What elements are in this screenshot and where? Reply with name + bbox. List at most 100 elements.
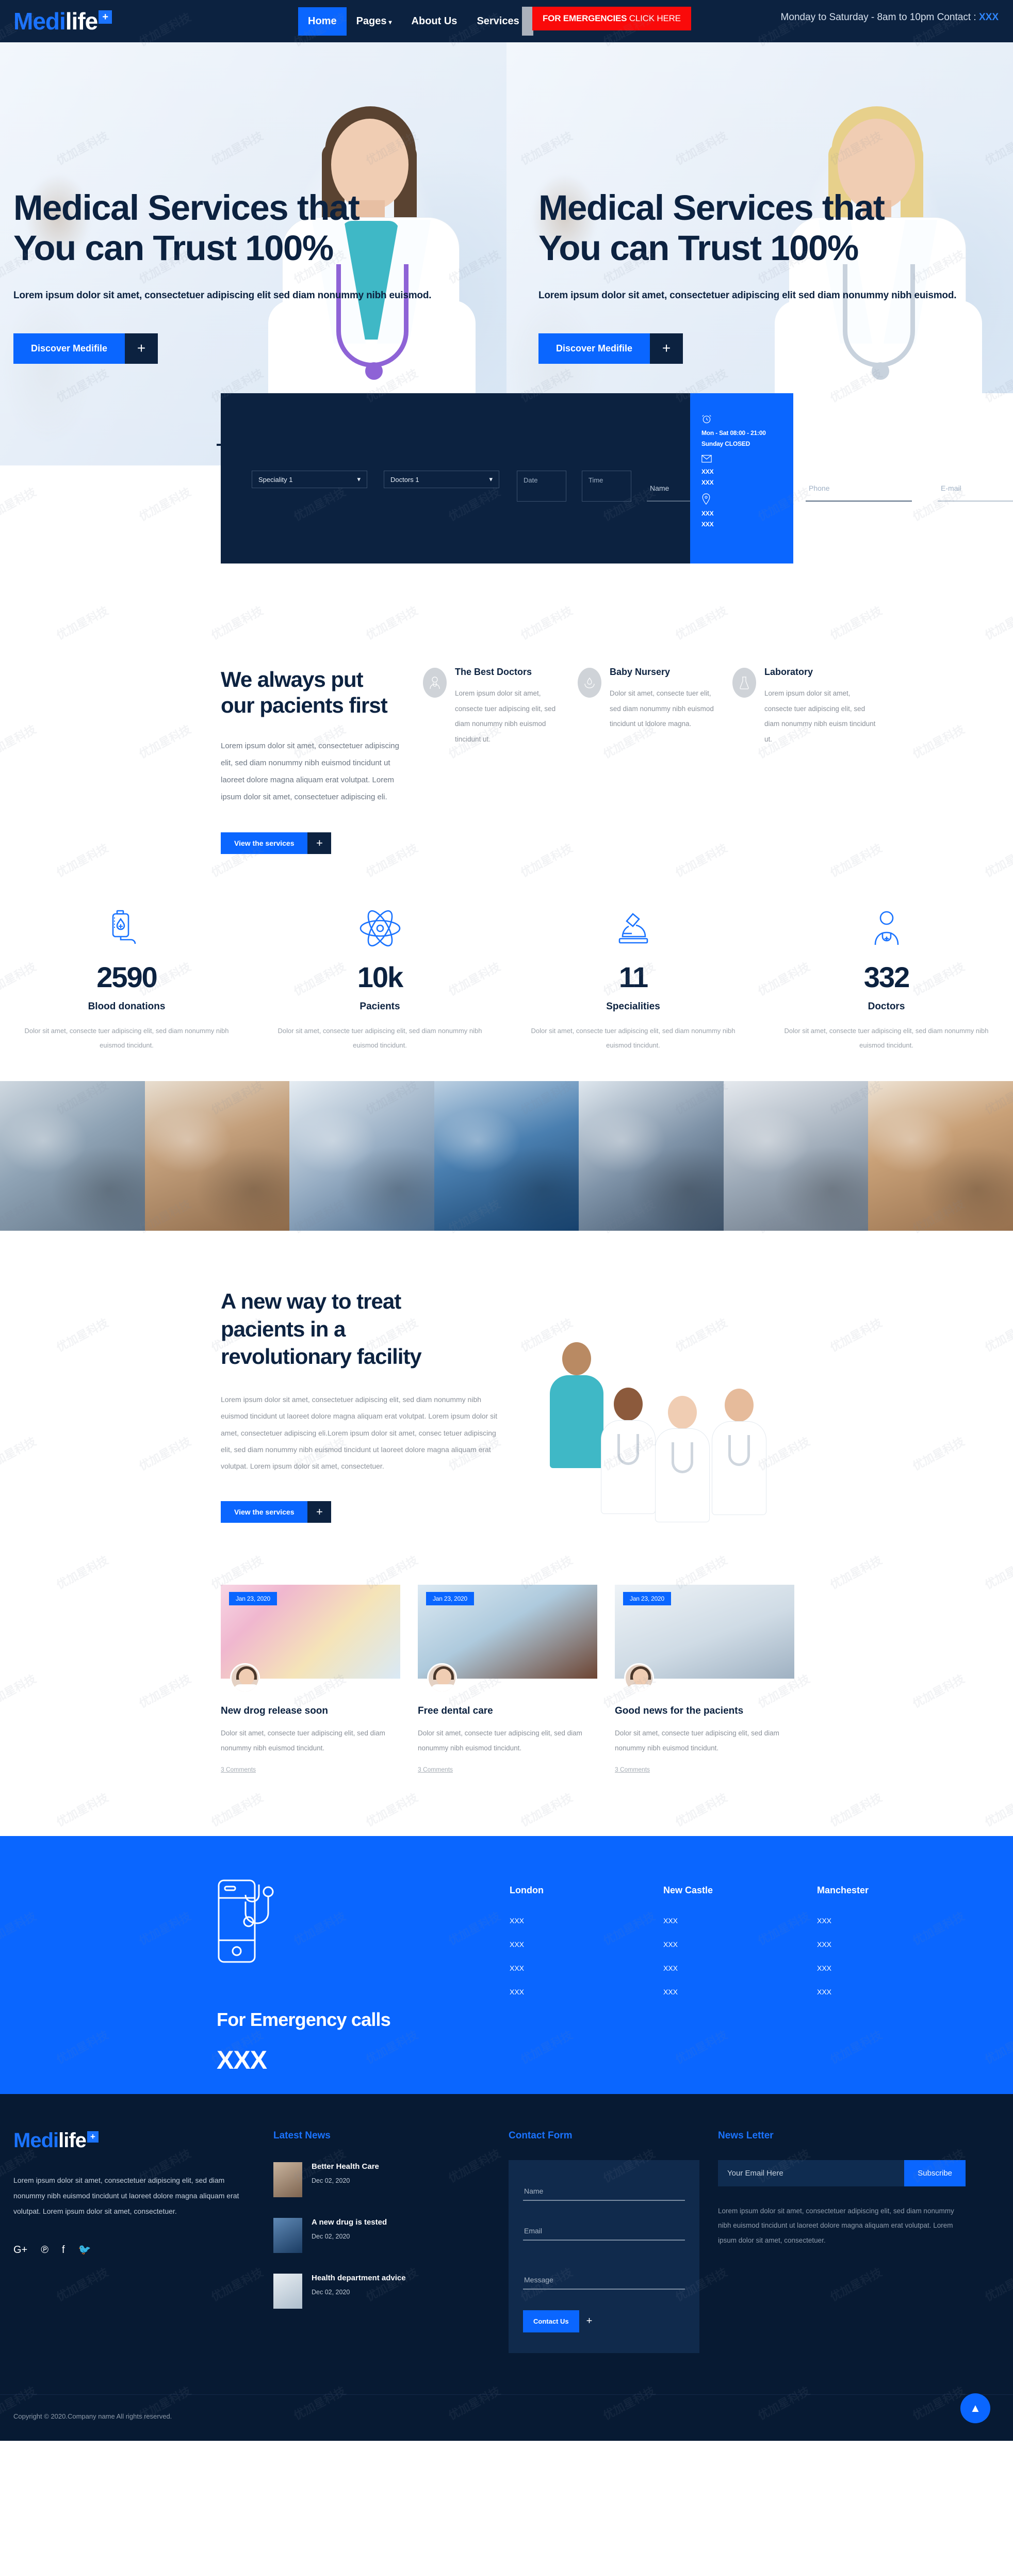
footer-news-item[interactable]: Better Health Care Dec 02, 2020 [273,2162,490,2197]
newsletter-subscribe-button[interactable]: Subscribe [904,2160,966,2186]
contact-message-textarea[interactable]: Message [523,2258,685,2290]
city-number[interactable]: XXX [817,1964,971,1972]
city-number[interactable]: XXX [971,1940,1013,1949]
footer-contact-form: Contact Form Name Email Message Contact … [509,2130,699,2353]
city-number[interactable]: XXX [817,1940,971,1949]
city-number[interactable]: XXX [510,1988,663,1996]
stat-description: Dolor sit amet, consecte tuer adipiscing… [277,1026,482,1050]
stat-specialities: 11 Specialities Dolor sit amet, consecte… [506,900,760,1053]
contact-email-1[interactable]: XXX [701,468,782,475]
news-card-date: Jan 23, 2020 [229,1592,277,1606]
contact-email-2[interactable]: XXX [701,479,782,486]
emergency-cta-button[interactable]: FOR EMERGENCIES CLICK HERE [532,7,691,30]
city-number[interactable]: XXX [663,1940,817,1949]
service-card-laboratory[interactable]: Laboratory Lorem ipsum dolor sit amet, c… [721,667,876,747]
chevron-down-icon: ▾ [357,475,361,483]
news-card[interactable]: Jan 23, 2020 Free dental care Dolor sit … [418,1585,597,1774]
city-number[interactable]: XXX [663,1988,817,1996]
appointment-phone-input[interactable]: Phone [806,471,912,502]
newsletter-email-input[interactable]: Your Email Here [718,2160,905,2186]
hero-cta-button-1[interactable]: Discover Medifile + [13,333,158,364]
city-number[interactable]: XXX [971,1917,1013,1925]
city-number[interactable]: XXX [663,1964,817,1972]
time-input[interactable]: Time [582,471,631,502]
emergency-calls-section: For Emergency calls XXX London XXX XXX X… [0,1836,1013,2094]
news-card-text: Dolor sit amet, consecte tuer adipiscing… [221,1729,385,1752]
nav-item-pages[interactable]: Pages ▾ [347,7,402,36]
news-card[interactable]: Jan 23, 2020 Good news for the pacients … [615,1585,794,1774]
footer-newsletter-title: News Letter [718,2130,774,2141]
service-card-doctors[interactable]: The Best Doctors Lorem ipsum dolor sit a… [412,667,566,747]
doctors-select[interactable]: Doctors 1 ▾ [384,471,499,488]
city-number[interactable]: XXX [510,1917,663,1925]
doctors-select-value: Doctors 1 [390,475,419,484]
appointment-info-panel: Mon - Sat 08:00 - 21:00 Sunday CLOSED XX… [690,393,793,564]
hero-cta-button-2[interactable]: Discover Medifile + [538,333,683,364]
google-plus-icon[interactable]: G+ [13,2245,27,2255]
service-card-baby-nursery[interactable]: Baby Nursery Dolor sit amet, consecte tu… [566,667,721,732]
news-card-comments-link[interactable]: 3 Comments [615,1766,650,1773]
logo-plus-icon: + [99,10,112,24]
speciality-select[interactable]: Speciality 1 ▾ [252,471,367,488]
contact-name-input[interactable]: Name [523,2179,685,2201]
contact-email-input[interactable]: Email [523,2218,685,2241]
city-number[interactable]: XXX [663,1917,817,1925]
page-root: Medilife + Home Pages ▾ About Us Services… [0,0,1013,2441]
footer-news-thumbnail [273,2162,302,2197]
hero-content-1: Medical Services that You can Trust 100% … [13,188,457,364]
appointment-email-input[interactable]: E-mail [938,471,1013,502]
logo[interactable]: Medilife + [0,9,112,33]
facebook-icon[interactable]: f [62,2245,65,2255]
footer-news-date: Dec 02, 2020 [312,2288,350,2296]
city-number[interactable]: XXX [817,1917,971,1925]
footer-news-thumbnail [273,2273,302,2309]
hero-subtitle-2: Lorem ipsum dolor sit amet, consectetuer… [538,289,957,301]
services-cta-button[interactable]: View the services + [221,832,332,854]
stat-label: Pacients [360,1001,400,1012]
news-card-date: Jan 23, 2020 [623,1592,671,1606]
plus-icon: + [125,333,158,364]
author-avatar [624,1663,654,1694]
photo-gallery-strip [0,1081,1013,1231]
city-number[interactable]: XXX [971,1964,1013,1972]
footer-news-date: Dec 02, 2020 [312,2177,350,2184]
stat-label: Doctors [868,1001,905,1012]
date-input[interactable]: Date [517,471,566,502]
revolutionary-body: Lorem ipsum dolor sit amet, consectetuer… [221,1395,498,1470]
service-title: Laboratory [764,667,813,677]
nav-item-home[interactable]: Home [298,7,347,36]
news-card-comments-link[interactable]: 3 Comments [418,1766,453,1773]
city-number[interactable]: XXX [510,1940,663,1949]
header-phone[interactable]: XXX [979,12,999,23]
news-card-title[interactable]: Free dental care [418,1705,597,1717]
emergency-phone-number[interactable]: XXX [217,2045,267,2075]
footer-latest-news: Latest News Better Health Care Dec 02, 2… [273,2130,490,2353]
contact-submit-button[interactable]: Contact Us + [523,2310,592,2332]
footer-news-title: A new drug is tested [312,2217,387,2227]
flask-icon [732,668,756,698]
news-card-title[interactable]: New drog release soon [221,1705,400,1717]
author-avatar [427,1663,457,1694]
news-card-text: Dolor sit amet, consecte tuer adipiscing… [615,1729,779,1752]
back-to-top-button[interactable]: ▲ [960,2393,990,2423]
nav-item-about-us[interactable]: About Us [402,7,467,36]
news-card-title[interactable]: Good news for the pacients [615,1705,794,1717]
revolutionary-cta-button[interactable]: View the services + [221,1501,332,1523]
footer-news-item[interactable]: A new drug is tested Dec 02, 2020 [273,2217,490,2253]
footer-logo[interactable]: Medilife + [13,2130,261,2151]
city-number[interactable]: XXX [971,1988,1013,1996]
news-card-comments-link[interactable]: 3 Comments [221,1766,256,1773]
map-pin-icon [701,493,782,505]
pinterest-icon[interactable]: ℗ [41,2245,48,2255]
city-number[interactable]: XXX [510,1964,663,1972]
emergency-column-new-castle: New Castle XXX XXX XXX XXX [663,1885,817,2011]
doctor-icon [423,668,447,698]
twitter-icon[interactable]: 🐦 [78,2245,91,2255]
news-card[interactable]: Jan 23, 2020 New drog release soon Dolor… [221,1585,400,1774]
nav-item-services[interactable]: Services [467,7,529,36]
city-number[interactable]: XXX [817,1988,971,1996]
footer-news-item[interactable]: Health department advice Dec 02, 2020 [273,2273,490,2309]
footer-about-text: Lorem ipsum dolor sit amet, consectetuer… [13,2176,239,2216]
hero-title-2: Medical Services that You can Trust 100% [538,188,885,268]
appointment-extra-fields: Phone E-mail [793,393,1013,564]
